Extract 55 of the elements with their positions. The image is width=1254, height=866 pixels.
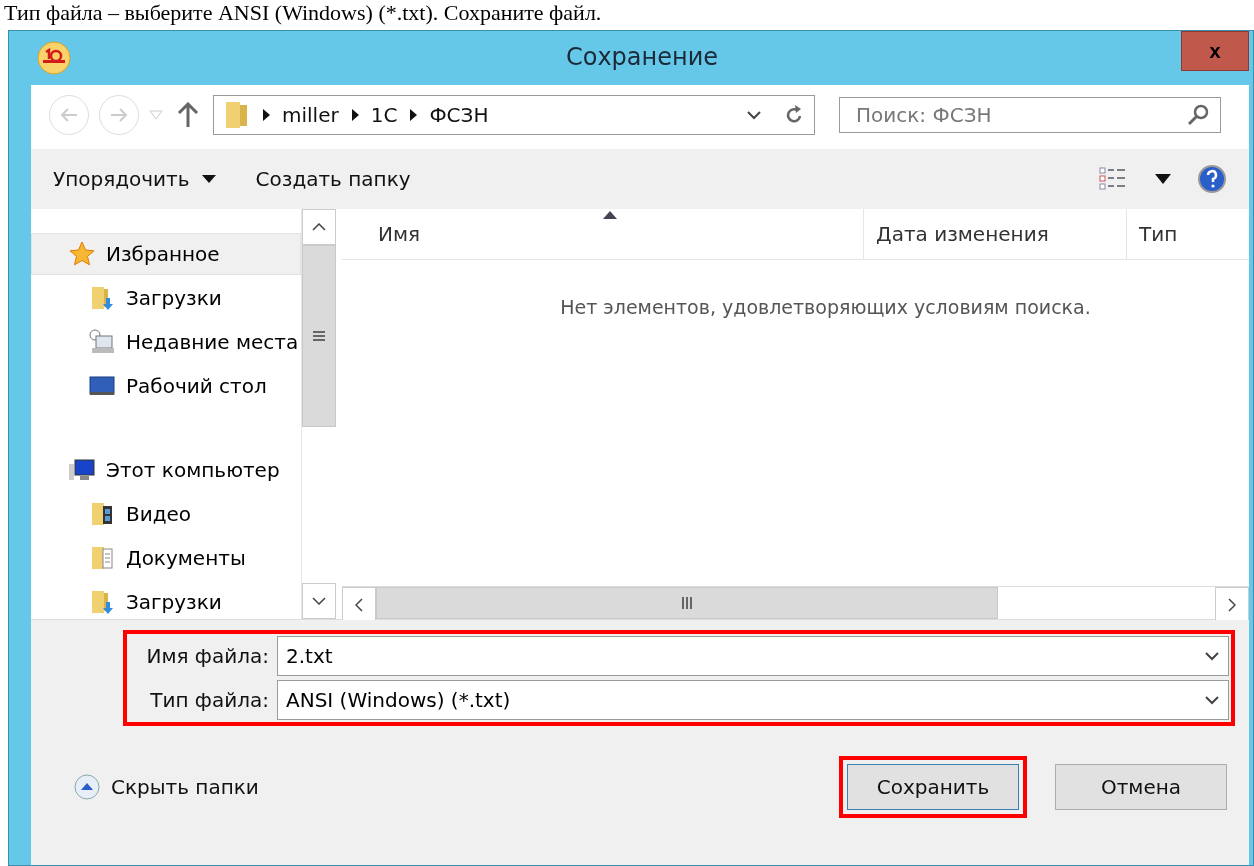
sidebar-item[interactable]: Видео [31,493,301,535]
dialog-button[interactable]: Сохранить [847,764,1019,810]
field-label: Имя файла: [145,644,269,668]
recent-places-icon [88,328,116,356]
scroll-left-icon[interactable] [355,598,363,612]
sidebar-item[interactable]: Рабочий стол [31,365,301,407]
sidebar-item[interactable]: Документы [31,537,301,579]
combo-field[interactable]: 2.txt [277,636,1229,676]
folder-icon [224,100,250,130]
column-header[interactable]: Дата изменения [864,209,1127,259]
dropdown-icon [1204,695,1220,705]
instruction-text: Тип файла – выберите ANSI (Windows) (*.txt). Сохраните файл. [3,0,603,27]
help-icon[interactable] [1197,164,1227,194]
sidebar-item[interactable]: Избранное [31,233,301,275]
breadcrumb-item[interactable]: 1C [370,103,398,127]
breadcrumb-item[interactable]: ФСЗН [429,103,489,127]
scroll-right-icon[interactable] [1228,598,1236,612]
address-bar[interactable]: miller 1C ФСЗН [213,95,815,135]
dropdown-icon[interactable] [1155,174,1171,184]
sidebar-item[interactable]: Загрузки [31,277,301,319]
breadcrumb-arrow-icon [350,109,359,121]
close-button[interactable]: x [1181,31,1249,71]
dialog-button[interactable]: Отмена [1055,764,1227,810]
left-arrow-icon [59,107,79,123]
vertical-scrollbar[interactable] [301,209,336,619]
up-arrow-icon[interactable] [177,102,199,128]
scroll-up-icon[interactable] [312,223,326,231]
dropdown-icon [201,175,216,183]
column-header[interactable]: Тип [1127,209,1249,259]
breadcrumb-arrow-icon [409,109,418,121]
collapse-icon [73,773,101,801]
scroll-down-icon[interactable] [312,597,326,605]
new-folder-button[interactable]: Создать папку [255,167,411,191]
sidebar-item[interactable]: Недавние места [31,321,301,363]
grip-icon [313,330,325,342]
field-label: Тип файла: [149,688,269,712]
combo-field[interactable]: ANSI (Windows) (*.txt) [277,680,1229,720]
sidebar-item[interactable]: Загрузки [31,581,301,619]
column-header[interactable]: Имя [342,209,864,259]
search-field[interactable]: Поиск: ФСЗН [839,97,1221,133]
window-title: Сохранение [565,43,719,71]
app-logo-icon [37,41,71,75]
grip-icon [681,597,693,609]
sidebar-item[interactable]: Этот компьютер [31,449,301,491]
breadcrumb-item[interactable]: miller [282,103,339,127]
horizontal-scrollbar[interactable] [342,586,1249,619]
empty-message: Нет элементов, удовлетворяющих условиям поиска. [559,296,1092,318]
star-icon [68,240,96,268]
breadcrumb-arrow-icon [262,109,270,121]
dropdown-icon [1204,651,1220,661]
right-arrow-icon [109,107,129,123]
organize-button[interactable]: Упорядочить [53,167,216,191]
search-icon [1187,104,1209,126]
hide-folders-button[interactable]: Скрыть папки [73,773,259,801]
dropdown-icon [746,110,762,120]
